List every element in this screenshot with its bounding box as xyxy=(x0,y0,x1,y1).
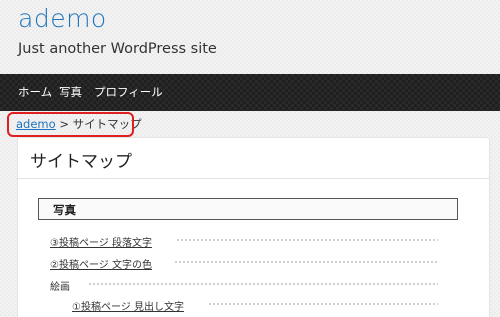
leader-dots xyxy=(176,239,438,241)
section-heading: 写真 xyxy=(53,203,76,217)
list-item: 絵画 xyxy=(50,278,70,293)
sitemap-link[interactable]: ②投稿ページ 文字の色 xyxy=(50,260,152,271)
site-title-link[interactable]: ademo xyxy=(18,4,107,33)
breadcrumb-highlight-annotation xyxy=(7,112,134,137)
list-item: ①投稿ページ 見出し文字 xyxy=(72,298,184,313)
sitemap-link[interactable]: ③投稿ページ 段落文字 xyxy=(50,238,152,249)
page-title: サイトマップ xyxy=(30,152,132,172)
nav-item-home[interactable]: ホーム xyxy=(18,84,52,100)
list-item: ②投稿ページ 文字の色 xyxy=(50,256,152,271)
site-description: Just another WordPress site xyxy=(18,41,217,57)
content-card: サイトマップ 写真 ③投稿ページ 段落文字 ②投稿ページ 文字の色 絵画 ①投稿… xyxy=(17,137,490,317)
sitemap-link[interactable]: ①投稿ページ 見出し文字 xyxy=(72,302,184,313)
leader-dots xyxy=(88,283,438,285)
list-item: ③投稿ページ 段落文字 xyxy=(50,234,152,249)
main-navigation: ホーム 写真 プロフィール xyxy=(0,74,500,111)
title-divider xyxy=(18,178,489,179)
site-header: ademo Just another WordPress site xyxy=(0,0,500,74)
nav-item-photos[interactable]: 写真 xyxy=(59,84,82,100)
leader-dots xyxy=(174,261,438,263)
section-heading-box: 写真 xyxy=(38,198,458,220)
nav-item-profile[interactable]: プロフィール xyxy=(94,84,163,100)
leader-dots xyxy=(208,303,438,305)
sitemap-category-label: 絵画 xyxy=(50,282,70,293)
